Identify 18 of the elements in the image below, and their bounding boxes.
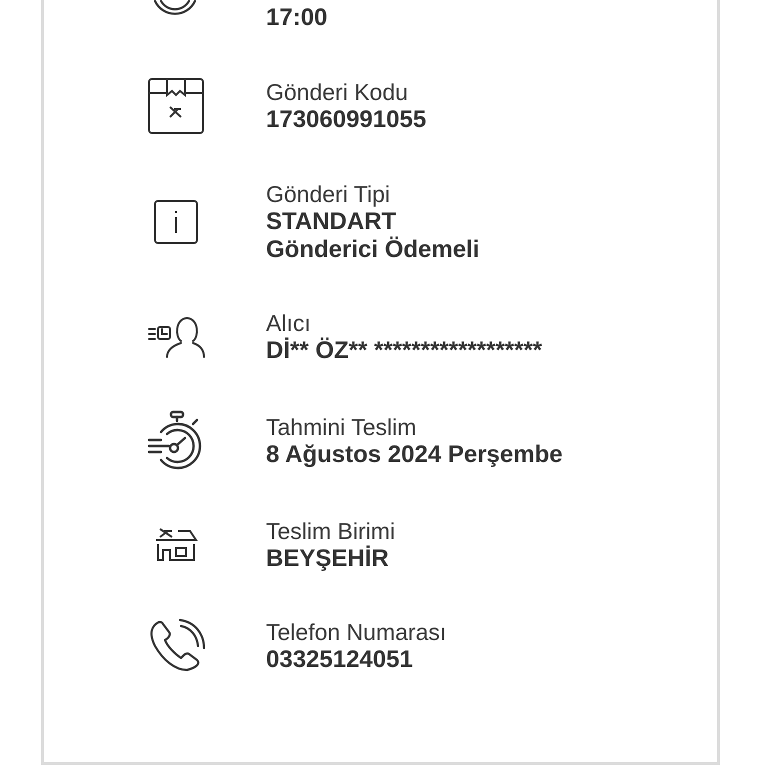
field-value: 173060991055 (266, 106, 428, 134)
info-icon (152, 199, 198, 245)
field-value: STANDART (266, 208, 398, 236)
field-label: Gönderi Kodu (266, 78, 409, 106)
field-label: Teslim Birimi (266, 517, 396, 545)
field-label: Gönderi Tipi (266, 180, 392, 208)
field-value: 17:00 (266, 4, 328, 32)
field-value: 03325124051 (266, 646, 414, 674)
person-icon (146, 315, 204, 359)
house-icon (154, 526, 198, 564)
field-label: Telefon Numarası (266, 618, 448, 646)
field-value: 8 Ağustos 2024 Perşembe (266, 441, 564, 469)
field-value: Gönderici Ödemeli (266, 236, 480, 264)
field-value: Dİ** ÖZ** ****************** (266, 337, 544, 365)
field-label: Tahmini Teslim (266, 413, 418, 441)
field-value: BEYŞEHİR (266, 545, 390, 573)
field-label: Alıcı (266, 309, 312, 337)
package-icon (146, 77, 204, 135)
